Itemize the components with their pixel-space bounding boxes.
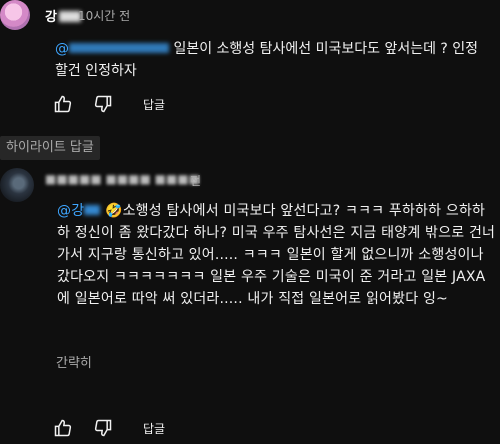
like-icon[interactable] xyxy=(53,418,73,438)
comment-text: @강 🤣소행성 탐사에서 미국보다 앞선다고? ㅋㅋㅋ 푸하하하 으하하하 정신… xyxy=(57,200,497,310)
author-name: 강 xyxy=(45,10,57,25)
comment-actions: 답글 xyxy=(53,418,165,438)
mention-link[interactable]: @ xyxy=(55,41,169,57)
avatar[interactable] xyxy=(0,168,34,202)
comment-timestamp[interactable]: 전 xyxy=(190,172,201,189)
avatar[interactable] xyxy=(0,0,30,30)
comment-text: @ 일본이 소행성 탐사에선 미국보다도 앞서는데 ? 인정할건 인정하자 xyxy=(55,38,490,82)
dislike-icon[interactable] xyxy=(93,94,113,114)
like-icon[interactable] xyxy=(53,94,73,114)
comment-author[interactable]: 강 xyxy=(45,6,81,25)
comment-actions: 답글 xyxy=(53,94,165,114)
mention-name-obscured xyxy=(84,205,101,215)
mention-link[interactable]: @강 xyxy=(57,203,101,219)
highlighted-reply-label: 하이라이트 답글 xyxy=(0,136,100,160)
collapse-button[interactable]: 간략히 xyxy=(56,352,92,371)
mention-name-obscured xyxy=(69,43,169,53)
comment-author-obscured[interactable]: ■■■■■ ■■■■ ■■■■ xyxy=(45,172,200,186)
reply-button[interactable]: 답글 xyxy=(143,420,165,437)
emoji: 🤣 xyxy=(104,203,123,219)
comment-timestamp[interactable]: 10시간 전 xyxy=(78,7,130,24)
comment-body: 소행성 탐사에서 미국보다 앞선다고? ㅋㅋㅋ 푸하하하 으하하하 정신이 좀 … xyxy=(57,203,496,307)
dislike-icon[interactable] xyxy=(93,418,113,438)
reply-button[interactable]: 답글 xyxy=(143,96,165,113)
